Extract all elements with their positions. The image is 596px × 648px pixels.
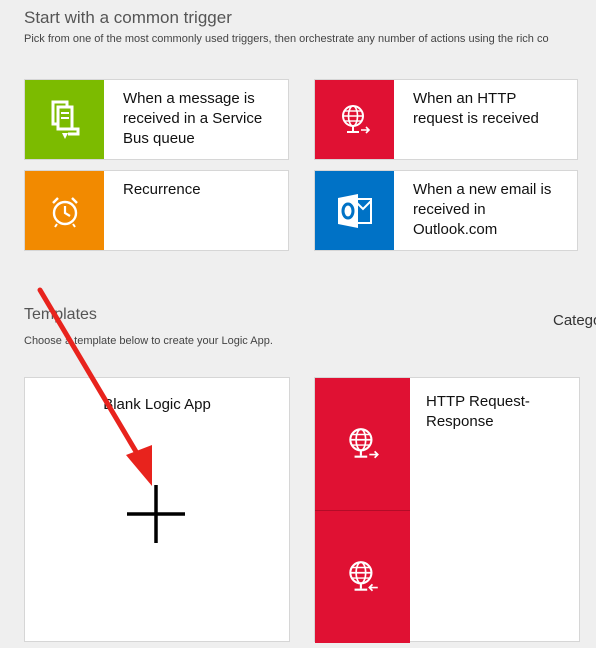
template-http-label-line: HTTP Request- [426, 393, 530, 410]
outlook-icon [315, 171, 394, 250]
trigger-label-line: Bus queue [123, 130, 195, 147]
trigger-label-line: Recurrence [123, 181, 201, 198]
trigger-label-line: request is received [413, 110, 539, 127]
plus-icon [127, 485, 185, 543]
http-request-icon [315, 80, 394, 159]
category-filter[interactable]: Catego [553, 312, 596, 329]
trigger-label-line: Outlook.com [413, 221, 498, 238]
trigger-label-line: received in a Service [123, 110, 263, 127]
template-blank-label: Blank Logic App [103, 396, 211, 413]
trigger-label-line: When an HTTP [413, 90, 517, 107]
template-http-request-response[interactable]: HTTP Request- Response [314, 377, 580, 643]
trigger-http-request[interactable]: When an HTTP request is received [314, 79, 578, 160]
trigger-recurrence[interactable]: Recurrence [24, 170, 289, 251]
alarm-clock-icon [25, 171, 104, 250]
http-response-icon [315, 511, 410, 643]
template-blank-logic-app[interactable]: Blank Logic App [24, 377, 290, 642]
template-http-label-line: Response [426, 413, 494, 430]
trigger-label-line: When a message is [123, 90, 255, 107]
service-bus-icon [25, 80, 104, 159]
trigger-service-bus[interactable]: When a message is received in a Service … [24, 79, 289, 160]
http-request-icon [315, 378, 410, 510]
trigger-label-line: received in [413, 201, 486, 218]
templates-section-subtitle: Choose a template below to create your L… [24, 335, 273, 347]
triggers-section-title: Start with a common trigger [24, 8, 232, 27]
template-http-icon-column [315, 378, 410, 643]
trigger-label-line: When a new email is [413, 181, 552, 198]
templates-section-title: Templates [24, 306, 97, 323]
trigger-outlook-email[interactable]: When a new email is received in Outlook.… [314, 170, 578, 251]
triggers-section-subtitle: Pick from one of the most commonly used … [24, 33, 549, 45]
